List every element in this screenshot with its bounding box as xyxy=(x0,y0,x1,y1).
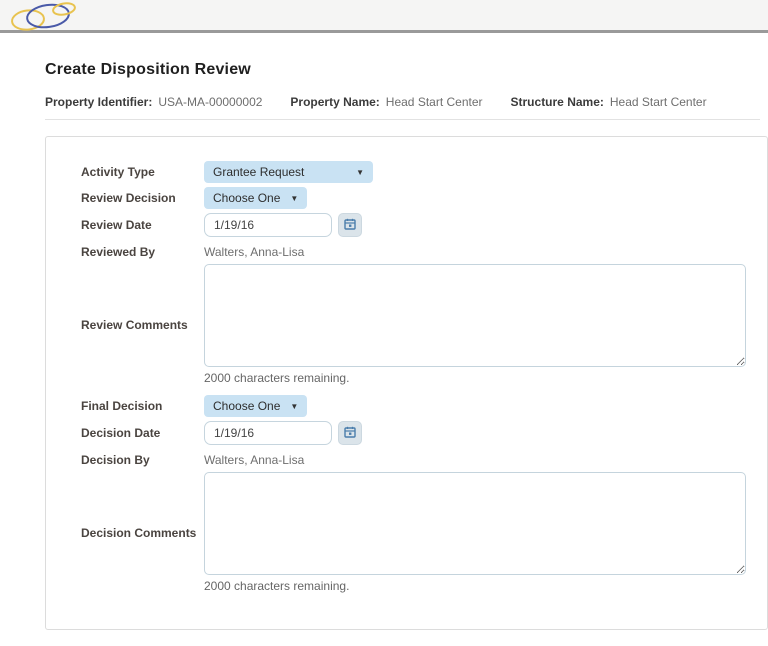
decision-comments-label: Decision Comments xyxy=(81,526,204,540)
chevron-down-icon: ▼ xyxy=(290,194,298,203)
decision-by-value: Walters, Anna-Lisa xyxy=(204,453,304,467)
property-identifier: Property Identifier: USA-MA-00000002 xyxy=(45,95,262,109)
disposition-review-form: Activity Type Grantee Request ▼ Review D… xyxy=(45,136,768,630)
review-decision-label: Review Decision xyxy=(81,191,204,205)
activity-type-selected-value: Grantee Request xyxy=(213,165,304,179)
review-date-calendar-button[interactable] xyxy=(338,213,362,237)
review-decision-row: Review Decision Choose One ▼ xyxy=(81,187,767,209)
reviewed-by-label: Reviewed By xyxy=(81,245,204,259)
chevron-down-icon: ▼ xyxy=(356,168,364,177)
final-decision-selected-value: Choose One xyxy=(213,399,280,413)
review-decision-select[interactable]: Choose One ▼ xyxy=(204,187,307,209)
final-decision-row: Final Decision Choose One ▼ xyxy=(81,395,767,417)
property-name-label: Property Name: xyxy=(290,95,379,109)
final-decision-select[interactable]: Choose One ▼ xyxy=(204,395,307,417)
activity-type-select[interactable]: Grantee Request ▼ xyxy=(204,161,373,183)
page-title: Create Disposition Review xyxy=(45,61,768,79)
reviewed-by-row: Reviewed By Walters, Anna-Lisa xyxy=(81,244,767,260)
decision-by-label: Decision By xyxy=(81,453,204,467)
property-identifier-value: USA-MA-00000002 xyxy=(158,95,262,109)
structure-name-value: Head Start Center xyxy=(610,95,707,109)
decision-by-row: Decision By Walters, Anna-Lisa xyxy=(81,452,767,468)
decision-comments-group: 2000 characters remaining. xyxy=(204,472,746,593)
calendar-icon xyxy=(344,426,356,441)
review-comments-textarea[interactable] xyxy=(204,264,746,367)
decision-comments-remaining-hint: 2000 characters remaining. xyxy=(204,579,746,593)
top-bar xyxy=(0,0,768,33)
review-comments-group: 2000 characters remaining. xyxy=(204,264,746,385)
decision-date-input[interactable] xyxy=(204,421,332,445)
divider xyxy=(45,119,760,120)
review-comments-row: Review Comments 2000 characters remainin… xyxy=(81,264,767,385)
review-date-input[interactable] xyxy=(204,213,332,237)
property-info-row: Property Identifier: USA-MA-00000002 Pro… xyxy=(45,95,768,109)
decision-comments-row: Decision Comments 2000 characters remain… xyxy=(81,472,767,593)
reviewed-by-value: Walters, Anna-Lisa xyxy=(204,245,304,259)
decision-comments-textarea[interactable] xyxy=(204,472,746,575)
review-comments-label: Review Comments xyxy=(81,318,204,332)
decision-date-calendar-button[interactable] xyxy=(338,421,362,445)
main-content: Create Disposition Review Property Ident… xyxy=(0,61,768,646)
activity-type-row: Activity Type Grantee Request ▼ xyxy=(81,161,767,183)
review-comments-remaining-hint: 2000 characters remaining. xyxy=(204,371,746,385)
review-date-label: Review Date xyxy=(81,218,204,232)
decision-date-label: Decision Date xyxy=(81,426,204,440)
activity-type-label: Activity Type xyxy=(81,165,204,179)
overlapping-ellipses-logo xyxy=(6,2,84,37)
decision-date-row: Decision Date xyxy=(81,421,767,445)
calendar-icon xyxy=(344,218,356,233)
chevron-down-icon: ▼ xyxy=(290,402,298,411)
property-name: Property Name: Head Start Center xyxy=(290,95,482,109)
property-name-value: Head Start Center xyxy=(386,95,483,109)
final-decision-label: Final Decision xyxy=(81,399,204,413)
property-identifier-label: Property Identifier: xyxy=(45,95,152,109)
review-date-row: Review Date xyxy=(81,213,767,237)
structure-name: Structure Name: Head Start Center xyxy=(511,95,707,109)
review-decision-selected-value: Choose One xyxy=(213,191,280,205)
structure-name-label: Structure Name: xyxy=(511,95,604,109)
